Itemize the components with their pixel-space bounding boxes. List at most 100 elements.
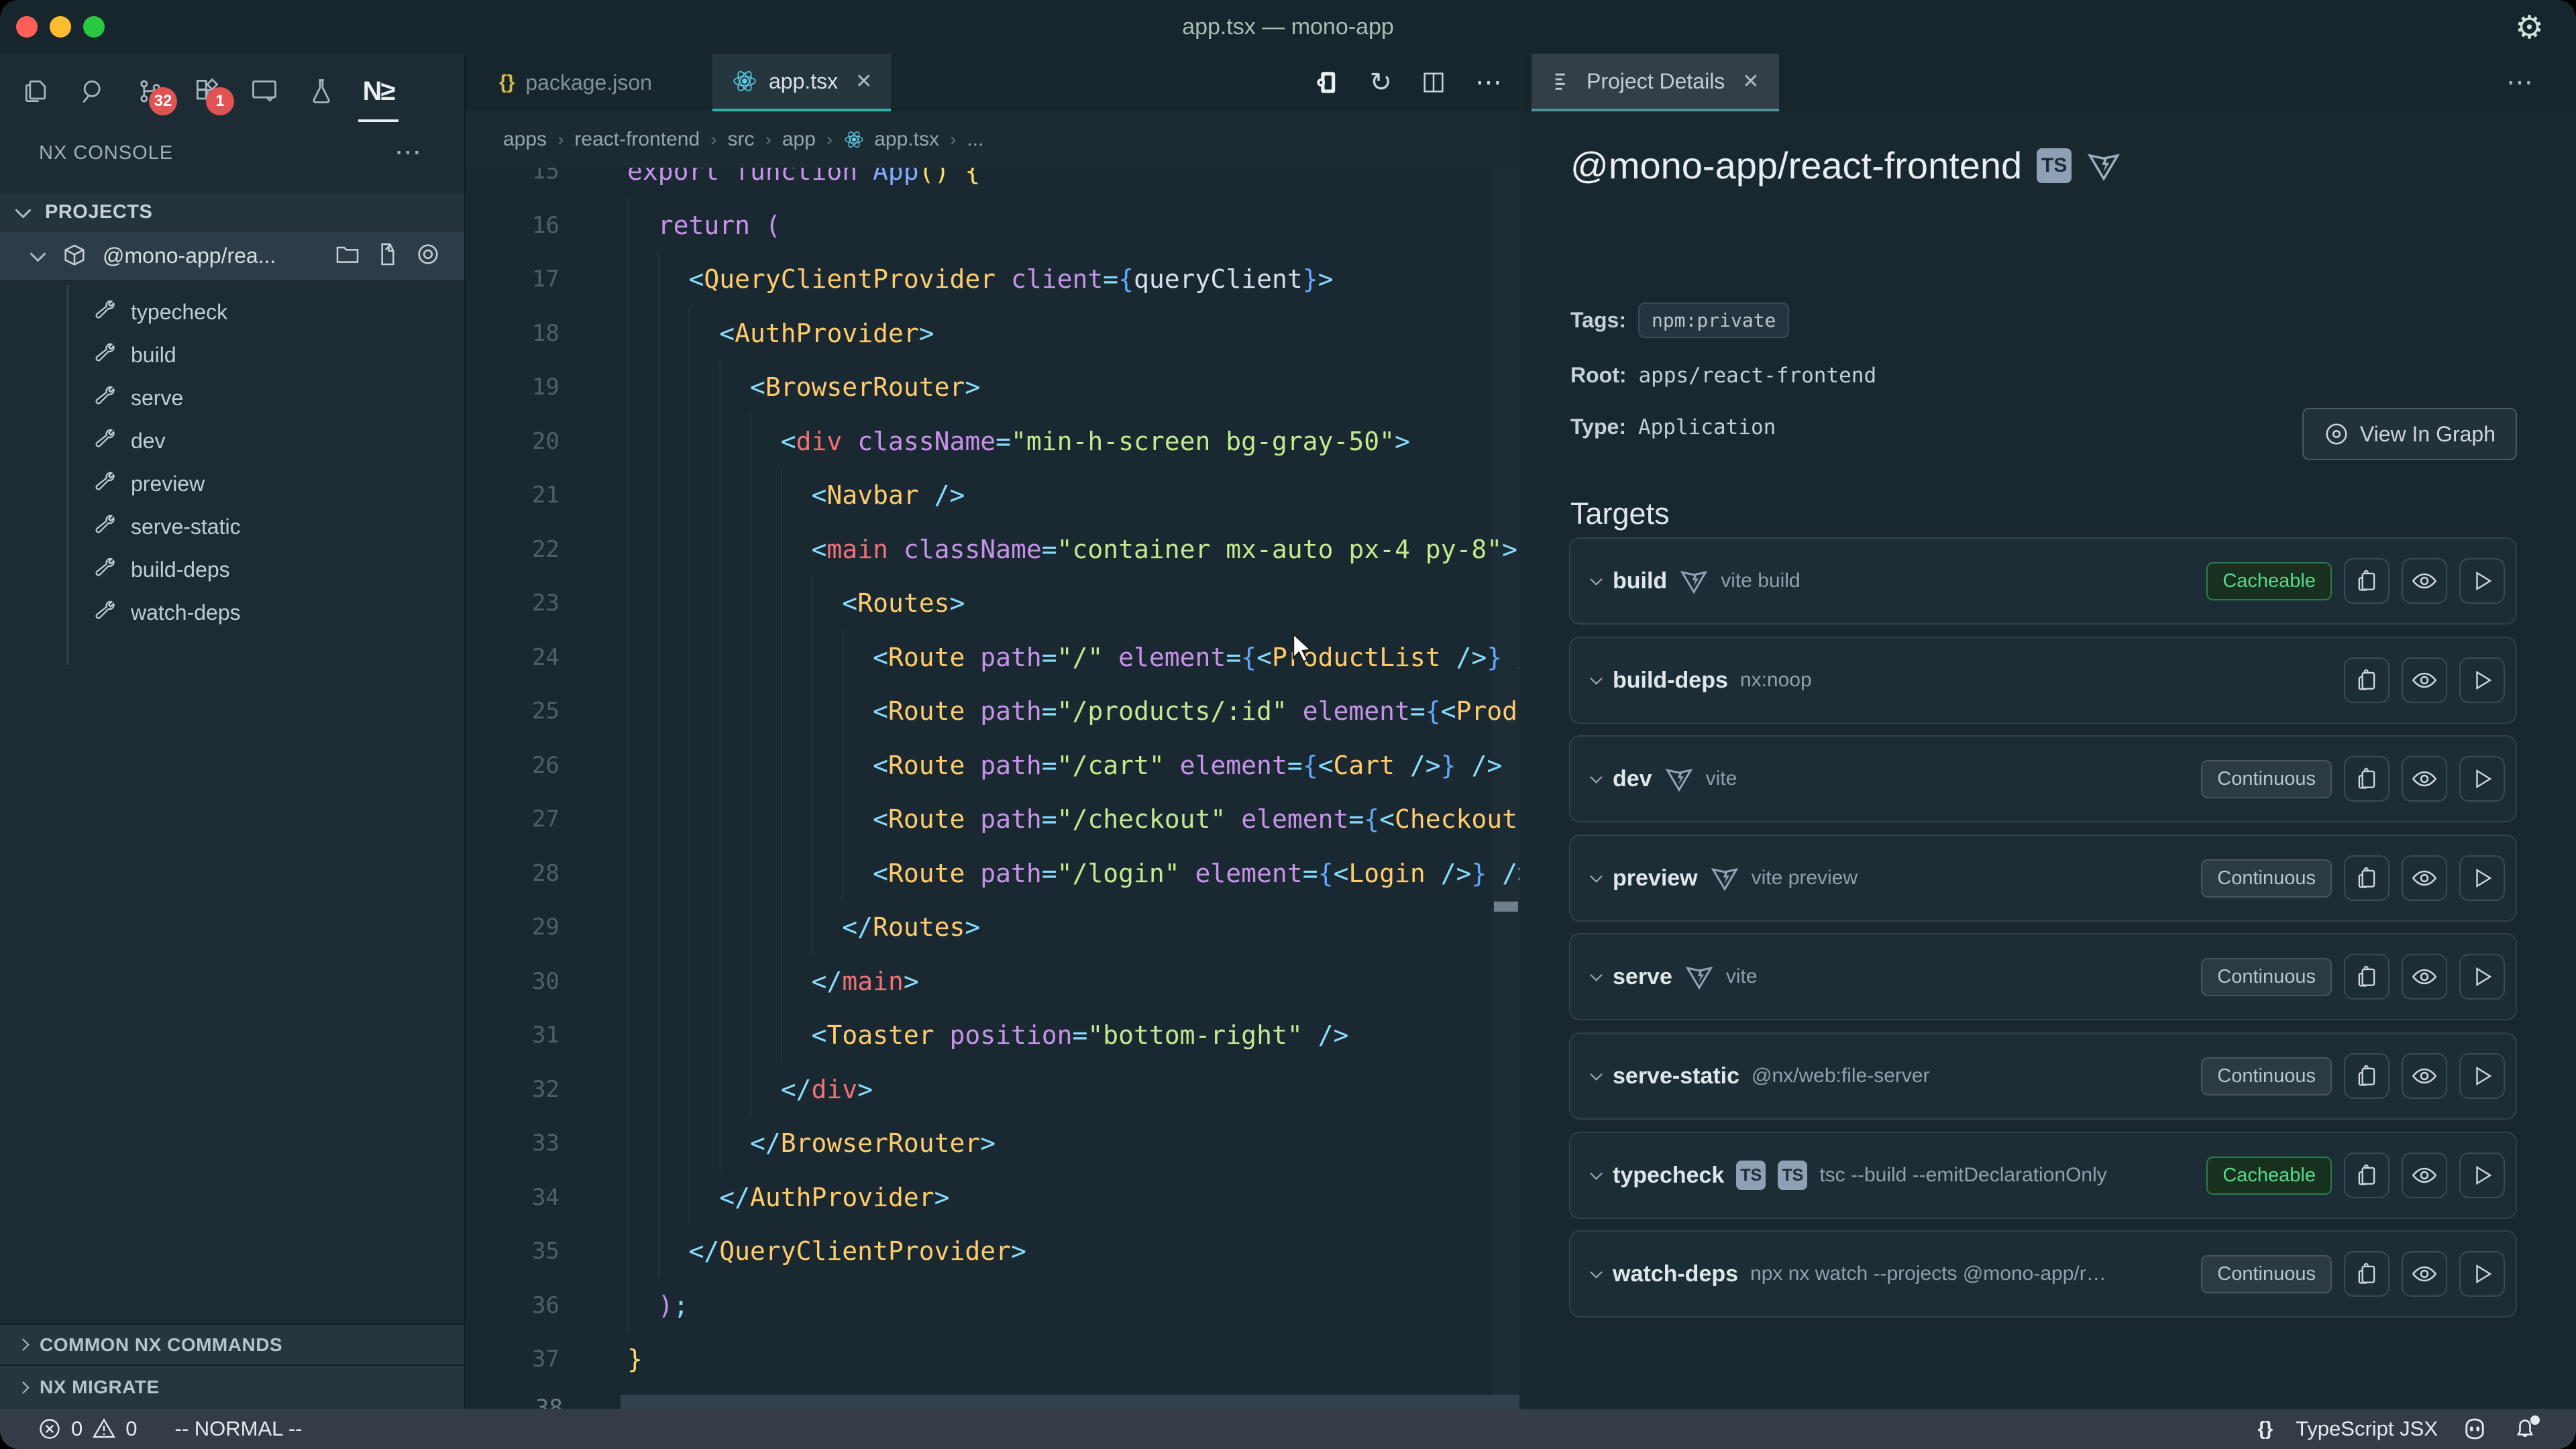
code-line[interactable]: 35 </QueryClientProvider>: [466, 1224, 1519, 1279]
language-indicator[interactable]: TypeScript JSX: [2296, 1417, 2438, 1441]
code-line[interactable]: 20 <div className="min-h-screen bg-gray-…: [466, 415, 1519, 469]
breadcrumb-item[interactable]: ...: [967, 128, 983, 151]
breadcrumb-item[interactable]: src: [728, 128, 755, 151]
sidebar-item-typecheck[interactable]: typecheck: [0, 290, 464, 333]
code-line[interactable]: 18 <AuthProvider>: [466, 307, 1519, 361]
refresh-icon[interactable]: ↻: [1369, 67, 1392, 98]
view-target-button[interactable]: [2402, 657, 2447, 703]
panel-more-actions-icon[interactable]: ⋯: [2506, 54, 2533, 111]
tab-project-details[interactable]: Project Details ✕: [1532, 54, 1779, 111]
view-target-button[interactable]: [2402, 1053, 2447, 1099]
run-target-button[interactable]: [2459, 1152, 2505, 1198]
target-card-watch-deps[interactable]: watch-depsnpx nx watch --projects @mono-…: [1569, 1230, 2517, 1318]
nx-migrate-section[interactable]: NX MIGRATE: [0, 1364, 464, 1409]
breadcrumb-item[interactable]: app.tsx: [874, 128, 939, 151]
copy-task-button[interactable]: [2344, 1152, 2390, 1198]
code-line[interactable]: 27 <Route path="/checkout" element={<Che…: [466, 792, 1519, 847]
sidebar-project-row[interactable]: @mono-app/rea...: [0, 231, 464, 280]
remote-explorer-icon[interactable]: [248, 75, 280, 107]
target-card-serve-static[interactable]: serve-static@nx/web:file-serverContinuou…: [1569, 1032, 2517, 1120]
project-details-icon[interactable]: [1313, 68, 1341, 97]
goto-file-icon[interactable]: [374, 241, 401, 271]
common-nx-commands-section[interactable]: COMMON NX COMMANDS: [0, 1324, 464, 1364]
chevron-down-icon[interactable]: [1590, 969, 1602, 981]
code-line[interactable]: 31 <Toaster position="bottom-right" />: [466, 1008, 1519, 1063]
view-target-button[interactable]: [2402, 855, 2447, 901]
copy-task-button[interactable]: [2344, 855, 2390, 901]
code-line[interactable]: 30 </main>: [466, 955, 1519, 1009]
breadcrumb-item[interactable]: apps: [503, 128, 547, 151]
code-line[interactable]: 34 </AuthProvider>: [466, 1171, 1519, 1225]
chevron-down-icon[interactable]: [1590, 672, 1602, 684]
problems-status[interactable]: 0 0: [0, 1417, 138, 1441]
target-card-serve[interactable]: serveviteContinuous: [1569, 933, 2517, 1020]
tab-app-tsx[interactable]: app.tsx ✕: [712, 54, 891, 111]
sidebar-item-build-deps[interactable]: build-deps: [0, 548, 464, 591]
code-line[interactable]: 28 <Route path="/login" element={<Login …: [466, 847, 1519, 901]
code-line[interactable]: 29 </Routes>: [466, 900, 1519, 955]
target-card-dev[interactable]: devviteContinuous: [1569, 735, 2517, 822]
target-card-preview[interactable]: previewvite previewContinuous: [1569, 835, 2517, 922]
sidebar-item-serve-static[interactable]: serve-static: [0, 505, 464, 548]
chevron-down-icon[interactable]: [1590, 771, 1602, 783]
code-line[interactable]: 37}: [466, 1332, 1519, 1387]
vim-mode-indicator[interactable]: -- NORMAL --: [175, 1417, 303, 1441]
sidebar-item-build[interactable]: build: [0, 333, 464, 376]
tab-package-json[interactable]: {} package.json: [480, 54, 671, 111]
view-in-graph-button[interactable]: View In Graph: [2302, 408, 2517, 460]
breadcrumb-item[interactable]: app: [782, 128, 816, 151]
view-target-button[interactable]: [2402, 1251, 2447, 1297]
view-target-button[interactable]: [2402, 954, 2447, 1000]
testing-icon[interactable]: [305, 75, 337, 107]
target-card-build[interactable]: buildvite buildCacheable: [1569, 537, 2517, 625]
breadcrumb-item[interactable]: react-frontend: [574, 128, 700, 151]
nx-console-icon[interactable]: N≥: [362, 75, 394, 107]
notifications-bell-icon[interactable]: [2512, 1415, 2538, 1442]
close-tab-icon[interactable]: ✕: [855, 70, 872, 93]
copy-task-button[interactable]: [2344, 1251, 2390, 1297]
sidebar-item-watch-deps[interactable]: watch-deps: [0, 591, 464, 634]
target-icon[interactable]: [415, 241, 441, 271]
settings-gear-icon[interactable]: ⚙: [2515, 0, 2544, 54]
projects-section-header[interactable]: PROJECTS: [0, 194, 464, 230]
chevron-down-icon[interactable]: [1590, 1167, 1602, 1179]
view-target-button[interactable]: [2402, 558, 2447, 604]
code-line[interactable]: 22 <main className="container mx-auto px…: [466, 523, 1519, 577]
view-target-button[interactable]: [2402, 756, 2447, 802]
code-area[interactable]: 15export function App() {16 return (17 <…: [466, 144, 1519, 1387]
chevron-down-icon[interactable]: [1590, 870, 1602, 882]
folder-icon[interactable]: [334, 241, 361, 271]
sidebar-item-dev[interactable]: dev: [0, 419, 464, 462]
run-target-button[interactable]: [2459, 558, 2505, 604]
search-icon[interactable]: [77, 75, 109, 107]
panel-more-icon[interactable]: ⋯: [394, 137, 421, 168]
run-target-button[interactable]: [2459, 1053, 2505, 1099]
code-line[interactable]: 17 <QueryClientProvider client={queryCli…: [466, 252, 1519, 307]
run-target-button[interactable]: [2459, 1251, 2505, 1297]
copy-task-button[interactable]: [2344, 558, 2390, 604]
explorer-icon[interactable]: [20, 75, 52, 107]
extensions-icon[interactable]: 1: [191, 75, 223, 107]
code-line[interactable]: 23 <Routes>: [466, 576, 1519, 631]
run-target-button[interactable]: [2459, 756, 2505, 802]
run-target-button[interactable]: [2459, 855, 2505, 901]
code-line[interactable]: 36 );: [466, 1279, 1519, 1333]
code-line[interactable]: 25 <Route path="/products/:id" element={…: [466, 684, 1519, 739]
source-control-icon[interactable]: 32: [134, 75, 166, 107]
view-target-button[interactable]: [2402, 1152, 2447, 1198]
code-line[interactable]: 26 <Route path="/cart" element={<Cart />…: [466, 739, 1519, 793]
run-target-button[interactable]: [2459, 657, 2505, 703]
code-line[interactable]: 32 </div>: [466, 1063, 1519, 1117]
target-card-build-deps[interactable]: build-depsnx:noop: [1569, 637, 2517, 724]
code-line[interactable]: 21 <Navbar />: [466, 468, 1519, 523]
sidebar-item-serve[interactable]: serve: [0, 376, 464, 419]
copy-task-button[interactable]: [2344, 1053, 2390, 1099]
copilot-icon[interactable]: [2461, 1415, 2489, 1443]
code-line[interactable]: 24 <Route path="/" element={<ProductList…: [466, 631, 1519, 685]
close-panel-icon[interactable]: ✕: [1742, 70, 1759, 93]
copy-task-button[interactable]: [2344, 954, 2390, 1000]
target-card-typecheck[interactable]: typecheckTSTStsc --build --emitDeclarati…: [1569, 1132, 2517, 1219]
chevron-down-icon[interactable]: [1590, 1068, 1602, 1080]
chevron-down-icon[interactable]: [1590, 1266, 1602, 1278]
sidebar-item-preview[interactable]: preview: [0, 462, 464, 505]
